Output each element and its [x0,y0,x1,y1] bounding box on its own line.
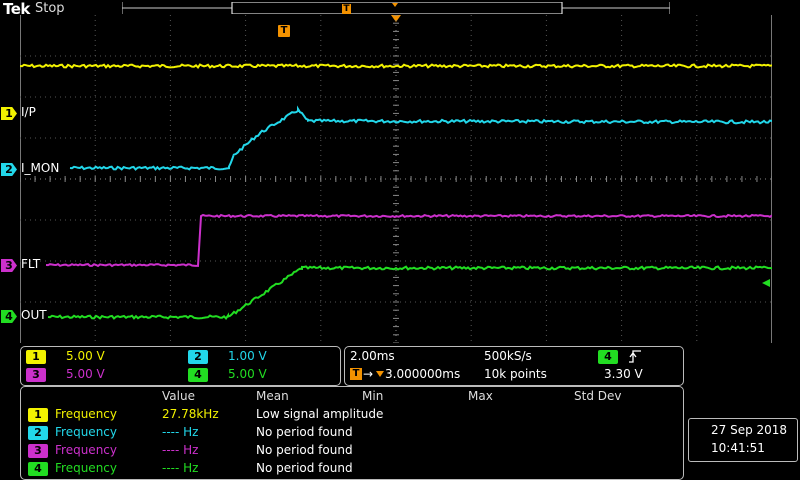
meas-row-3-note: No period found [256,443,353,457]
trigger-level-arrow [762,279,770,287]
meas-row-1-note: Low signal amplitude [256,407,384,421]
meas-row-3-badge: 3 [28,444,48,458]
meas-row-4-badge: 4 [28,462,48,476]
ch2-label: I_MON [21,161,60,175]
date: 27 Sep 2018 [711,423,788,437]
ch2-scale-value: 1.00 V [228,349,267,363]
trigger-delay-icon: T [350,368,362,380]
ch2-scale-badge[interactable]: 2 [188,350,208,364]
ch1-label: I/P [21,105,36,119]
meas-row-2-value: ---- Hz [162,425,199,439]
ch4-scale-value: 5.00 V [228,367,267,381]
time: 10:41:51 [711,441,765,455]
arrow-icon: → [363,367,374,381]
meas-row-3-label: Frequency [55,443,117,457]
meas-row-4-value: ---- Hz [162,461,199,475]
ch3-ground-marker[interactable]: 3 [1,259,17,272]
col-header-max: Max [468,389,493,403]
ch1-trace [20,63,772,69]
meas-row-1-label: Frequency [55,407,117,421]
ch3-scale-value: 5.00 V [66,367,105,381]
col-header-min: Min [362,389,384,403]
ch3-label: FLT [21,257,41,271]
ch4-trace [47,265,772,320]
horizontal-scale: 2.00ms [350,349,395,363]
meas-row-2-badge: 2 [28,426,48,440]
ch4-scale-badge[interactable]: 4 [188,368,208,382]
ch2-ground-marker[interactable]: 2 [1,163,17,176]
col-header-mean: Mean [256,389,289,403]
meas-row-3-value: ---- Hz [162,443,199,457]
date-time-display: 27 Sep 2018 10:41:51 [688,418,798,462]
ch2-trace [69,105,772,171]
ch4-label: OUT [21,308,47,322]
trigger-level: 3.30 V [604,367,643,381]
trigger-delay: 3.000000ms [385,367,461,381]
meas-row-1-badge: 1 [28,408,48,422]
ch1-scale-value: 5.00 V [66,349,105,363]
ch3-scale-badge[interactable]: 3 [26,368,46,382]
acquisition-state: Stop [35,1,65,16]
meas-row-1-value: 27.78kHz [162,407,219,421]
waveform-display[interactable] [20,15,772,343]
col-header-stddev: Std Dev [574,389,622,403]
meas-row-2-label: Frequency [55,425,117,439]
sample-rate: 500kS/s [484,349,532,363]
ch1-ground-marker[interactable]: 1 [1,107,17,120]
ch4-ground-marker[interactable]: 4 [1,310,17,323]
meas-row-2-note: No period found [256,425,353,439]
meas-row-4-label: Frequency [55,461,117,475]
col-header-value: Value [162,389,195,403]
record-view-bar[interactable] [122,2,670,14]
ch3-trace [45,213,772,268]
trigger-delay-arrow-icon [376,371,384,377]
trigger-position-marker: T [342,4,351,14]
trigger-source-badge[interactable]: 4 [598,350,618,364]
record-length: 10k points [484,367,547,381]
ch1-scale-badge[interactable]: 1 [26,350,46,364]
meas-row-4-note: No period found [256,461,353,475]
rising-edge-icon [629,350,641,363]
